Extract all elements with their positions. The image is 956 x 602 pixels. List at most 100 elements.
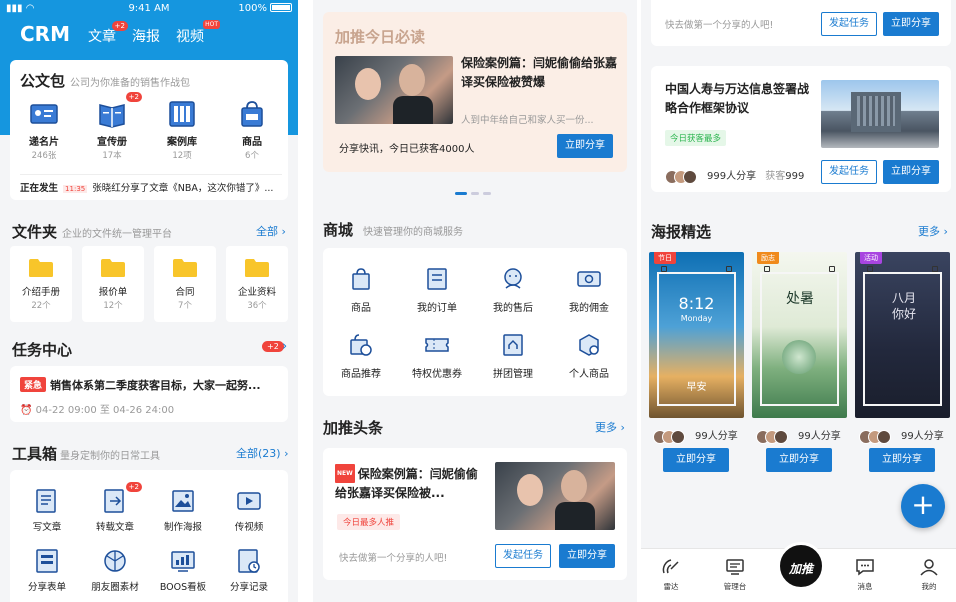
briefcase-item-products[interactable]: 商品 6个: [222, 98, 282, 161]
tasks-title: 任务中心: [12, 341, 73, 359]
poster-day: Monday: [680, 314, 713, 323]
status-bar: ▮▮▮ ◠ 9:41 AM 100%: [0, 0, 298, 18]
share-now-button[interactable]: 立即分享: [559, 544, 615, 568]
posters-title: 海报精选: [651, 223, 712, 241]
tab-posters[interactable]: 海报: [132, 26, 160, 46]
mall-item-group-buy[interactable]: 拼团管理: [475, 332, 551, 380]
top-tip: 快去做第一个分享的人吧!: [665, 20, 774, 31]
radar-icon: [661, 557, 681, 577]
tool-share-record[interactable]: 分享记录: [216, 548, 282, 593]
mall-item-recommend[interactable]: 商品推荐: [323, 332, 399, 380]
dashboard-icon: [170, 548, 196, 574]
briefcase-item-cases[interactable]: 案例库 12项: [152, 98, 212, 161]
battery-indicator: 100%: [238, 3, 292, 14]
posters-more-link[interactable]: 更多 ›: [918, 223, 948, 239]
tab-articles[interactable]: 文章 +2: [88, 21, 128, 46]
poster-share-stat: 99人分享: [901, 431, 944, 442]
daily-read-share-button[interactable]: 立即分享: [557, 134, 613, 158]
tab-radar[interactable]: 雷达: [651, 557, 691, 592]
folder-count: 7个: [178, 301, 192, 311]
carousel-dots[interactable]: [455, 183, 495, 202]
start-task-button[interactable]: 发起任务: [821, 160, 877, 184]
poster-share-button[interactable]: 立即分享: [869, 448, 935, 472]
briefcase-subtitle: 公司为你准备的销售作战包: [70, 78, 190, 89]
headline-more-link[interactable]: 更多 ›: [595, 419, 625, 435]
news-article-title: 中国人寿与万达信息签署战略合作框架协议: [665, 82, 810, 115]
brand-logo: CRM: [20, 22, 70, 46]
poster-card[interactable]: 励志 处暑: [752, 252, 847, 418]
folder-label: 合同: [175, 287, 195, 298]
task-card[interactable]: 紧急 销售体系第二季度获客目标，大家一起努... ⏰ 04-22 09:00 至 …: [10, 366, 288, 422]
briefcase-item-count: 17本: [102, 151, 122, 161]
add-fab-button[interactable]: +: [901, 484, 945, 528]
folder-icon: [244, 258, 270, 278]
folder-item[interactable]: 企业资料 36个: [226, 246, 288, 322]
tab-profile[interactable]: 我的: [909, 557, 949, 592]
tool-moments-material[interactable]: 朋友圈素材: [82, 548, 148, 593]
jiatui-center-button[interactable]: 加推: [777, 542, 825, 590]
folder-item[interactable]: 报价单 12个: [82, 246, 144, 322]
happening-ticker[interactable]: 正在发生 11:35 张晓红分享了文章《NBA，这次你错了》...: [20, 180, 282, 194]
tool-dashboard[interactable]: BOOS看板: [150, 548, 216, 593]
briefcase-item-count: 12项: [172, 151, 192, 161]
task-text: 紧急 销售体系第二季度获客目标，大家一起努...: [20, 377, 282, 393]
poster-share-button[interactable]: 立即分享: [766, 448, 832, 472]
toolbox-subtitle: 量身定制你的日常工具: [60, 451, 160, 462]
headline-tip: 快去做第一个分享的人吧!: [339, 553, 448, 564]
toolbox-more-link[interactable]: 全部(23) ›: [236, 445, 289, 461]
mall-item-label: 我的售后: [493, 303, 533, 314]
headline-article-title: NEW 保险案例篇：闫妮偷偷给张嘉译买保险被...: [335, 464, 483, 503]
sharer-avatars: [665, 166, 697, 185]
folder-icon: [100, 258, 126, 278]
share-now-button[interactable]: 立即分享: [883, 160, 939, 184]
clock-icon: ⏰: [20, 405, 36, 416]
start-task-button[interactable]: 发起任务: [495, 544, 551, 568]
files-more-link[interactable]: 全部 ›: [256, 223, 286, 239]
message-icon: [855, 557, 875, 577]
tool-write-article[interactable]: 写文章: [14, 488, 80, 533]
screen-home: ▮▮▮ ◠ 9:41 AM 100% CRM 文章 +2 海报 视频 HOT 公文包…: [0, 0, 298, 602]
tool-upload-video[interactable]: 传视频: [216, 488, 282, 533]
case-library-icon: [166, 98, 198, 130]
briefcase-item-card[interactable]: 递名片 246张: [14, 98, 74, 161]
news-article-card[interactable]: 中国人寿与万达信息签署战略合作框架协议 今日获客最多 999人分享 获客999 …: [651, 66, 951, 192]
tasks-more-arrow[interactable]: ›: [282, 339, 287, 354]
mall-item-commission[interactable]: 我的佣金: [551, 266, 627, 314]
mall-item-orders[interactable]: 我的订单: [399, 266, 475, 314]
mall-item-after-sales[interactable]: 我的售后: [475, 266, 551, 314]
headline-card[interactable]: NEW 保险案例篇：闫妮偷偷给张嘉译买保险被... 今日最多人推 快去做第一个分享…: [323, 448, 627, 580]
mall-subtitle: 快速管理你的商城服务: [363, 227, 463, 238]
poster-card[interactable]: 活动 八月你好: [855, 252, 950, 418]
briefcase-item-brochure[interactable]: +2 宣传册 17本: [82, 92, 142, 161]
folder-item[interactable]: 介绍手册 22个: [10, 246, 72, 322]
upload-video-icon: [236, 488, 262, 514]
tab-console[interactable]: 管理台: [715, 557, 755, 592]
screen-mall: 加推今日必读 保险案例篇：闫妮偷偷给张嘉译买保险被赞爆 人到中年给自己和家人买一…: [313, 0, 637, 602]
mall-item-goods[interactable]: 商品: [323, 266, 399, 314]
mall-item-coupon[interactable]: 特权优惠券: [399, 332, 475, 380]
personal-goods-icon: [576, 332, 602, 358]
tool-label: 转载文章: [95, 522, 134, 533]
mall-item-personal-goods[interactable]: 个人商品: [551, 332, 627, 380]
daily-read-banner[interactable]: 加推今日必读 保险案例篇：闫妮偷偷给张嘉译买保险被赞爆 人到中年给自己和家人买一…: [323, 12, 627, 172]
tool-repost-article[interactable]: +2 转载文章: [82, 482, 148, 533]
leaf-globe-icon: [782, 340, 816, 374]
make-poster-icon: [170, 488, 196, 514]
happening-time: 11:35: [63, 185, 88, 193]
tab-messages[interactable]: 消息: [845, 557, 885, 592]
poster-caption: 处暑: [786, 291, 814, 307]
commission-icon: [576, 266, 602, 292]
tool-share-form[interactable]: 分享表单: [14, 548, 80, 593]
poster-card[interactable]: 节日 8:12 Monday 早安: [649, 252, 744, 418]
product-bag-icon: [236, 98, 268, 130]
repost-badge: +2: [125, 482, 142, 492]
tab-videos[interactable]: 视频 HOT: [176, 20, 220, 46]
start-task-button[interactable]: 发起任务: [821, 12, 877, 36]
share-now-button[interactable]: 立即分享: [883, 12, 939, 36]
poster-share-button[interactable]: 立即分享: [663, 448, 729, 472]
folder-item[interactable]: 合同 7个: [154, 246, 216, 322]
poster-sharer-avatars: [859, 426, 891, 445]
folder-icon: [28, 258, 54, 278]
building-photo: [821, 80, 939, 148]
tool-make-poster[interactable]: 制作海报: [150, 488, 216, 533]
